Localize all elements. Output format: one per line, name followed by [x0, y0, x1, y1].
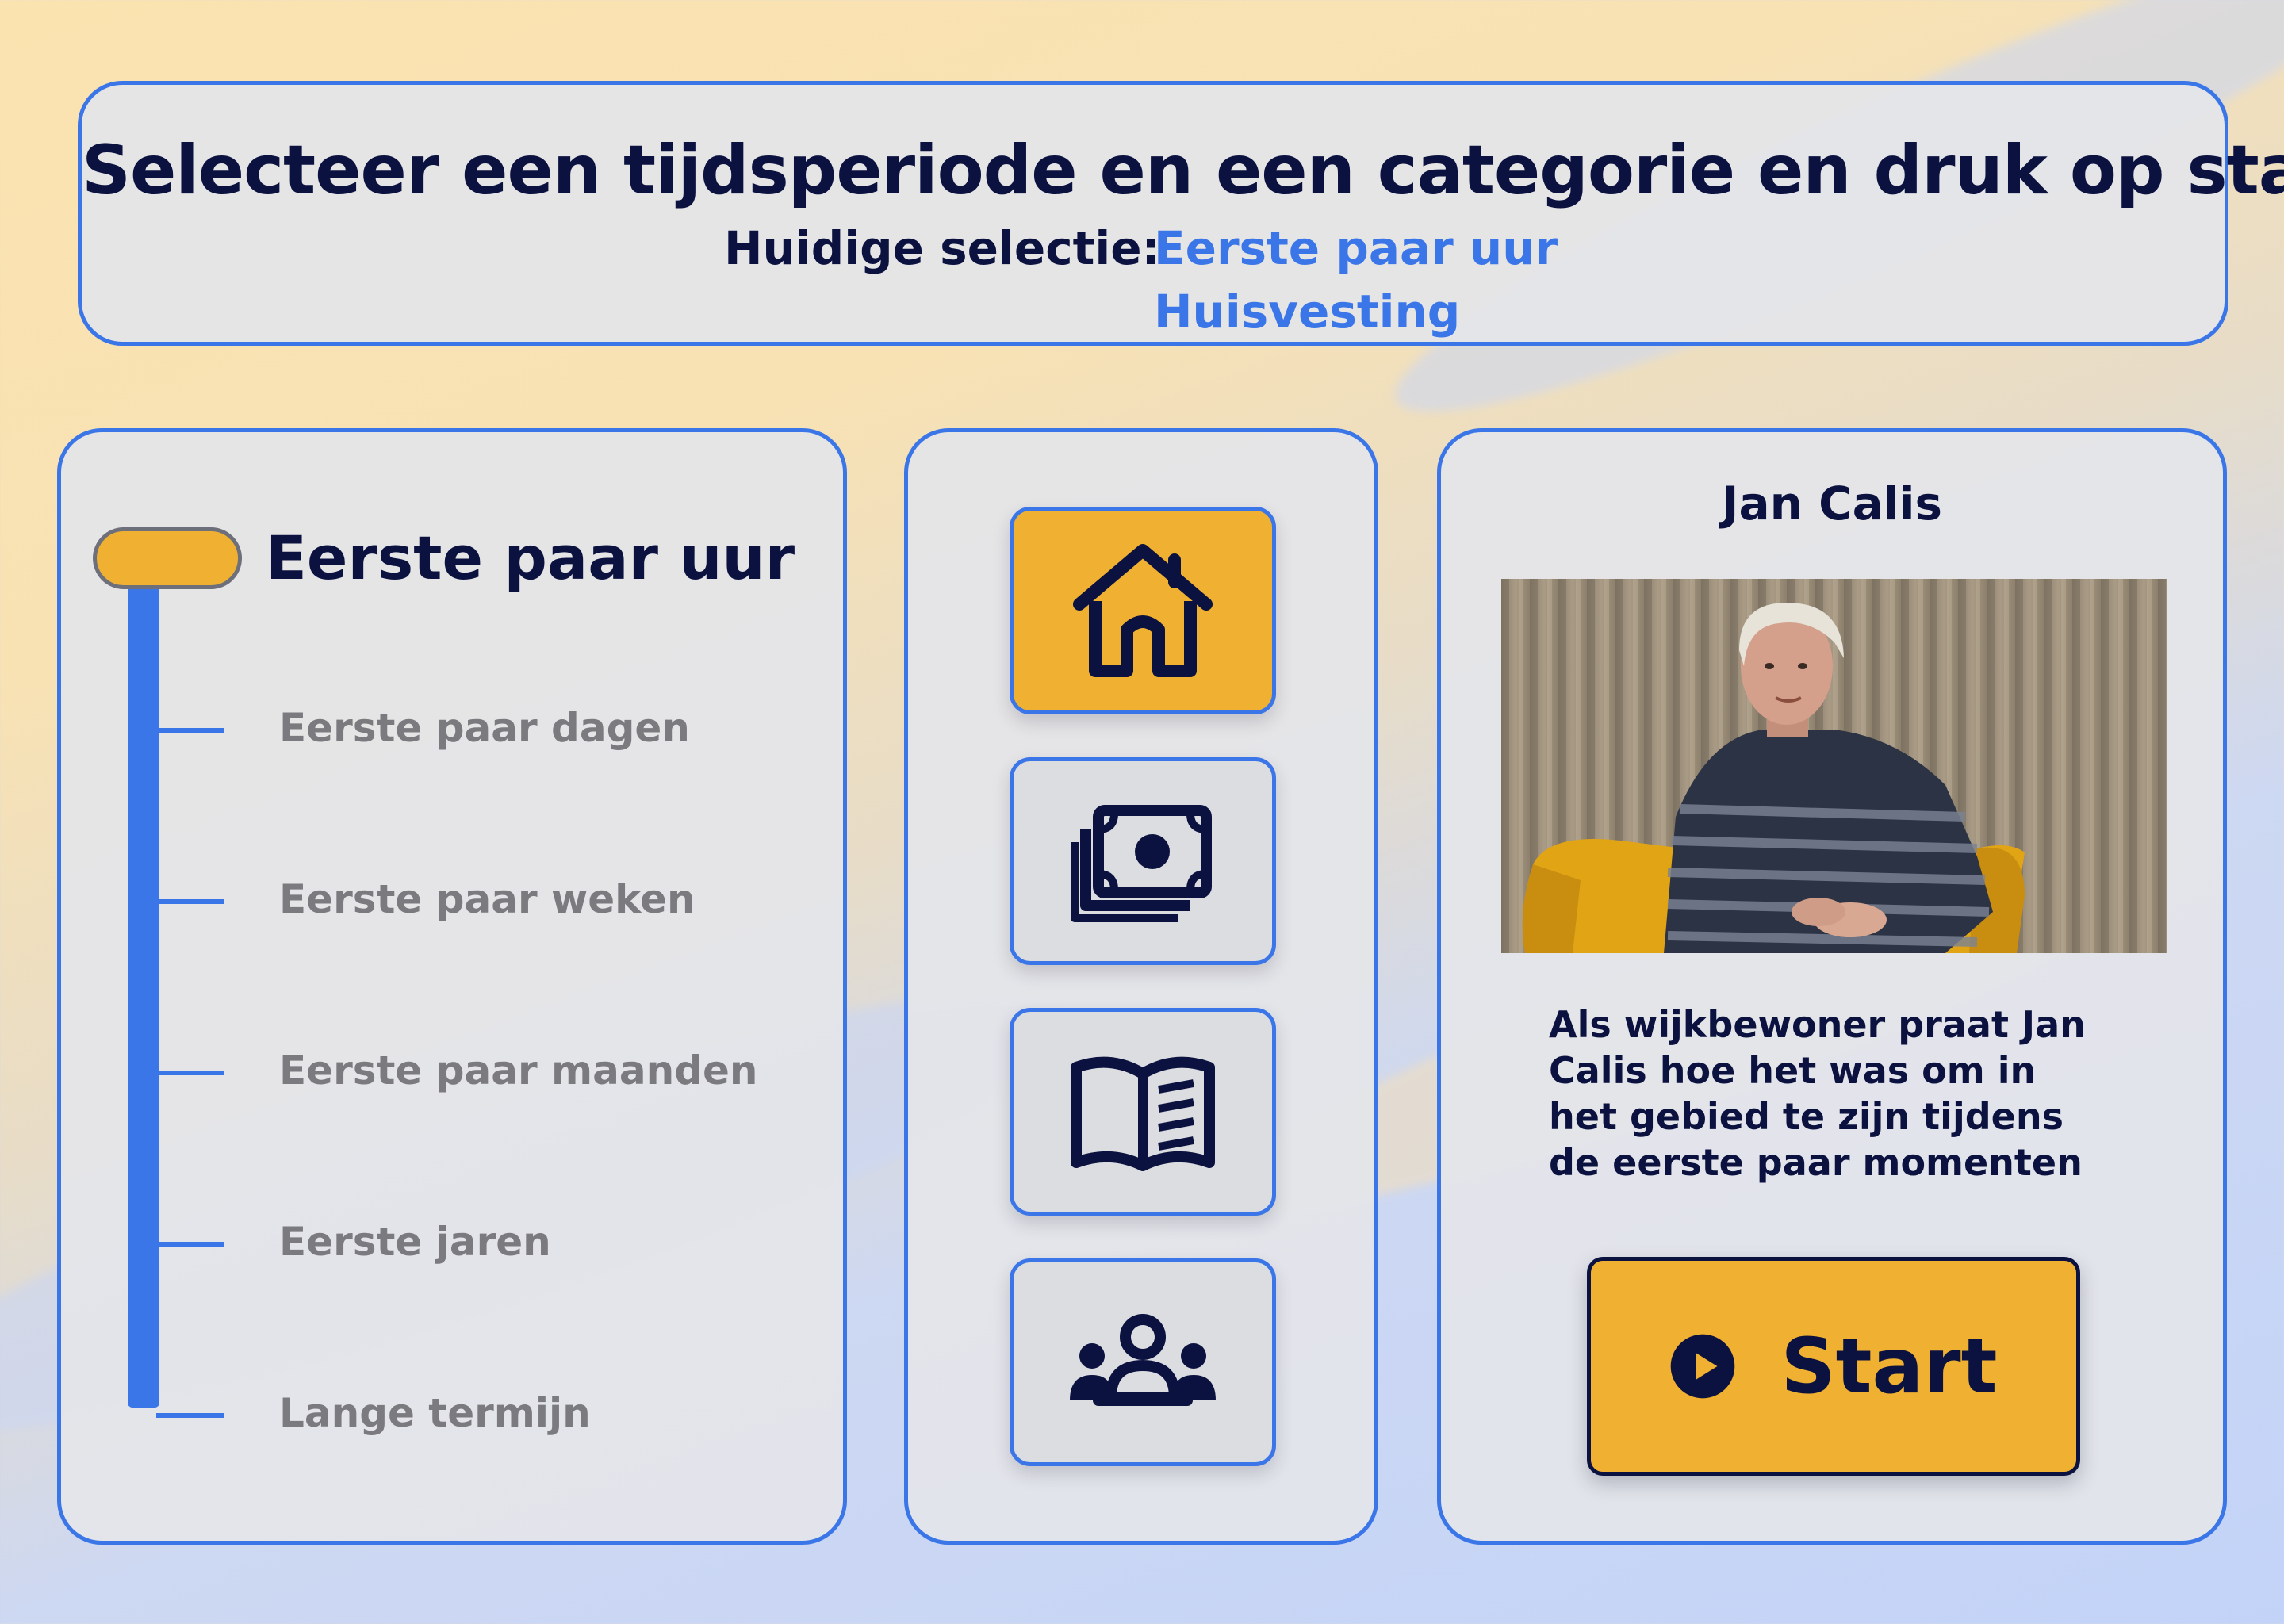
- house-icon: [1073, 544, 1213, 677]
- header-panel: Selecteer een tijdsperiode en een catego…: [78, 81, 2284, 346]
- video-thumbnail[interactable]: [1501, 579, 2167, 953]
- timeline-track: [128, 583, 159, 1408]
- timeline-option-weeks[interactable]: Eerste paar weken: [279, 876, 696, 922]
- timeline-option-years[interactable]: Eerste jaren: [279, 1219, 551, 1265]
- play-icon: [1669, 1333, 1736, 1400]
- book-icon: [1071, 1056, 1215, 1171]
- category-panel: [904, 428, 1378, 1545]
- timeline-option-long-term[interactable]: Lange termijn: [279, 1390, 591, 1436]
- group-icon: [1070, 1314, 1216, 1406]
- category-education-button[interactable]: [1010, 1008, 1276, 1216]
- interview-description: Als wijkbewoner praat Jan Calis hoe het …: [1549, 1003, 2086, 1184]
- money-icon: [1071, 805, 1212, 922]
- timeline-tick: [156, 1413, 224, 1418]
- timeline-tick: [156, 1071, 224, 1075]
- timeline-slider-handle[interactable]: [93, 527, 242, 589]
- start-button-label: Start: [1780, 1322, 1998, 1411]
- timeline-panel: Eerste paar uur Eerste paar dagen Eerste…: [57, 428, 847, 1545]
- current-selection-label: Huidige selectie:: [724, 221, 1160, 275]
- page-title: Selecteer een tijdsperiode en een catego…: [82, 131, 2284, 210]
- timeline-tick: [156, 1242, 224, 1247]
- category-housing-button[interactable]: [1010, 507, 1276, 714]
- current-selection-time: Eerste paar uur: [1154, 221, 1558, 275]
- timeline-tick: [156, 899, 224, 904]
- timeline-tick: [156, 728, 224, 733]
- person-photo: [1501, 579, 2167, 953]
- timeline-option-days[interactable]: Eerste paar dagen: [279, 705, 690, 751]
- person-name: Jan Calis: [1721, 477, 1943, 530]
- start-button[interactable]: Start: [1587, 1257, 2080, 1476]
- current-selection-category: Huisvesting: [1154, 285, 1461, 339]
- timeline-selected-label: Eerste paar uur: [266, 523, 795, 593]
- info-panel: Jan Calis Als wijkbewoner praat Jan Cali…: [1437, 428, 2227, 1545]
- category-social-button[interactable]: [1010, 1258, 1276, 1466]
- timeline-option-months[interactable]: Eerste paar maanden: [279, 1048, 758, 1094]
- category-money-button[interactable]: [1010, 757, 1276, 965]
